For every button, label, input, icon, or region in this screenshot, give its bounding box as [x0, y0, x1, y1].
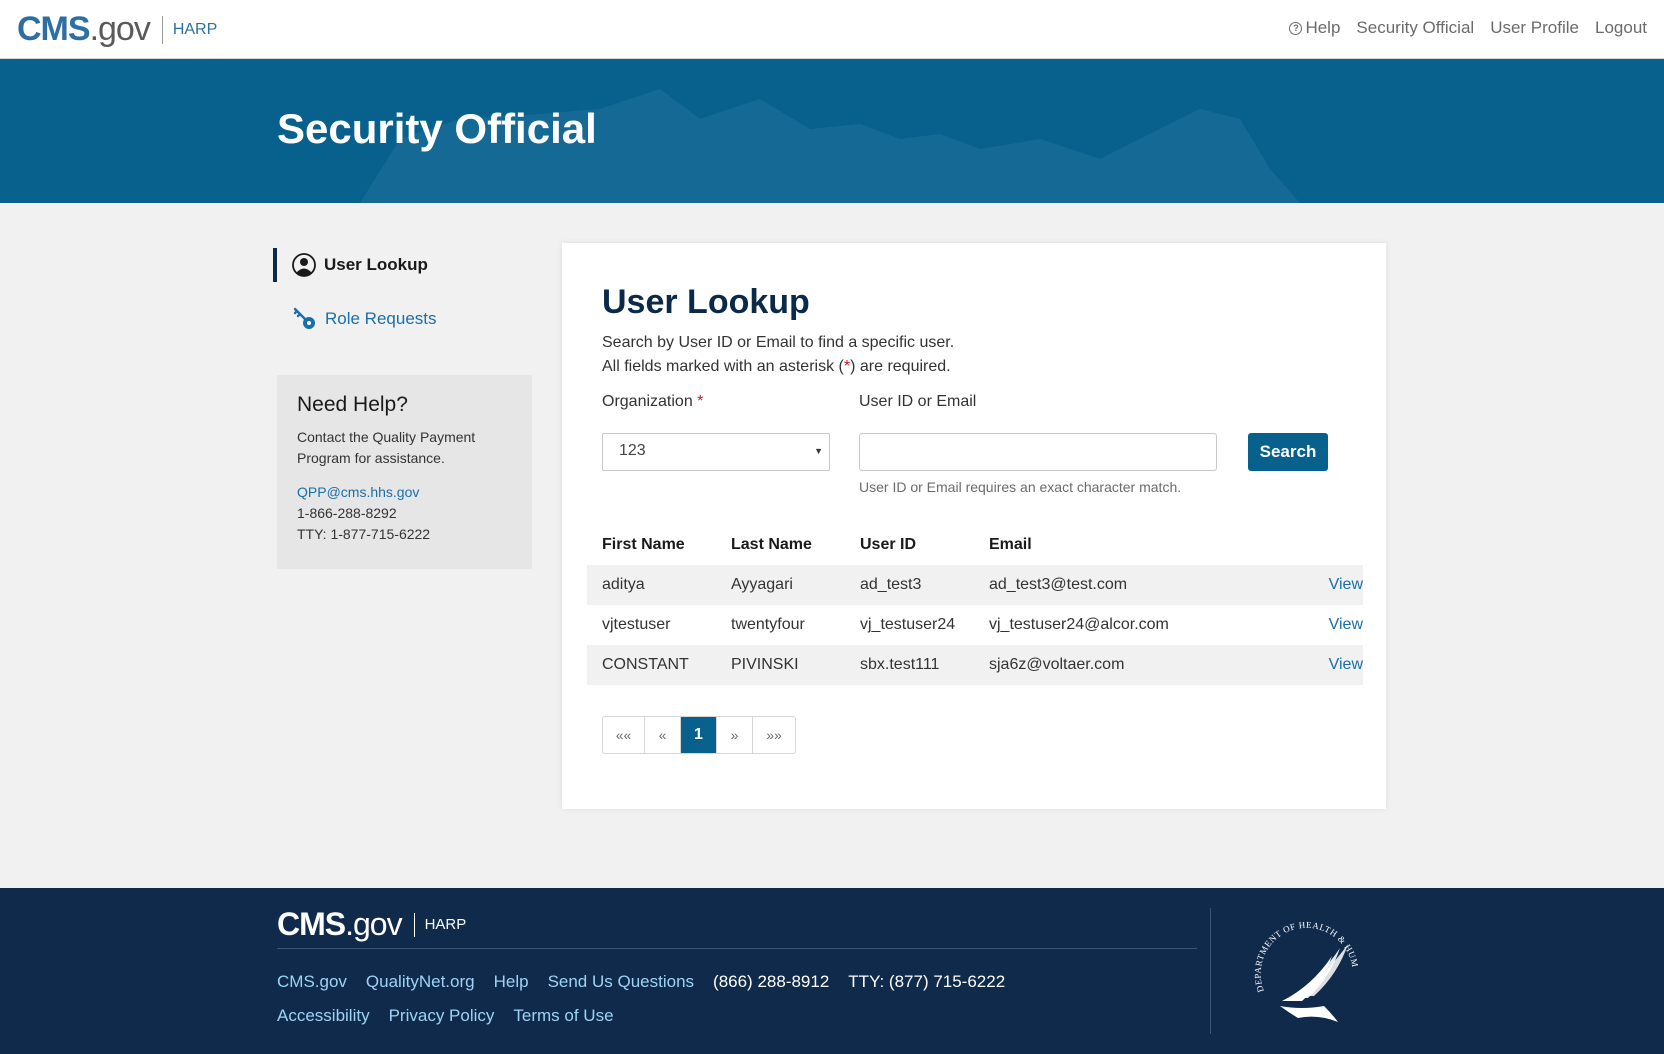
- app-name: HARP: [172, 20, 218, 38]
- sidebar-item-user-lookup[interactable]: User Lookup: [273, 248, 437, 282]
- page-title: Security Official: [277, 105, 597, 152]
- help-text: Contact the Quality Payment Program for …: [297, 429, 476, 466]
- userid-email-input[interactable]: [859, 433, 1217, 471]
- footer-tty: TTY: (877) 715-6222: [848, 972, 1006, 991]
- footer-app-name: HARP: [424, 916, 467, 933]
- table-row: aditya Ayyagari ad_test3 ad_test3@test.c…: [587, 565, 1363, 605]
- table-header: First Name Last Name User ID Email: [587, 525, 1363, 565]
- brand-logo-text: CMS.gov: [17, 10, 151, 48]
- view-link[interactable]: View: [1309, 576, 1363, 594]
- footer-brand-logo-text: CMS.gov: [277, 906, 403, 942]
- page-1-button[interactable]: 1: [681, 717, 717, 753]
- brand-divider: [413, 912, 415, 937]
- cell-first-name: CONSTANT: [602, 656, 689, 673]
- help-email-link[interactable]: QPP@cms.hhs.gov: [297, 484, 419, 500]
- desc-text: ) are required.: [850, 358, 951, 375]
- footer-link-accessibility[interactable]: Accessibility: [277, 1006, 370, 1026]
- desc-text: All fields marked with an asterisk (: [602, 358, 844, 375]
- table-row: CONSTANT PIVINSKI sbx.test111 sja6z@volt…: [587, 645, 1363, 685]
- userid-hint: User ID or Email requires an exact chara…: [859, 479, 1182, 495]
- pagination: «« « 1 » »»: [602, 716, 796, 754]
- sidebar-nav: User Lookup Role Requests: [273, 248, 437, 356]
- cell-last-name: Ayyagari: [731, 576, 793, 593]
- footer-divider: [277, 948, 1197, 949]
- key-icon: [293, 307, 315, 329]
- help-circle-icon: ?: [1289, 21, 1303, 35]
- table-row: vjtestuser twentyfour vj_testuser24 vj_t…: [587, 605, 1363, 645]
- help-title: Need Help?: [297, 393, 408, 416]
- footer-link-terms[interactable]: Terms of Use: [513, 1006, 613, 1026]
- cell-user-id: vj_testuser24: [860, 616, 956, 633]
- userid-label: User ID or Email: [859, 393, 977, 410]
- nav-security-official[interactable]: Security Official: [1356, 18, 1474, 38]
- help-phone: 1-866-288-8292: [297, 505, 397, 521]
- footer-link-send-questions[interactable]: Send Us Questions: [548, 972, 694, 992]
- caret-down-icon: ▼: [814, 446, 823, 456]
- nav-help[interactable]: ? Help: [1289, 18, 1340, 38]
- col-first-name: First Name: [602, 536, 685, 553]
- cell-first-name: aditya: [602, 576, 645, 593]
- description-line-1: Search by User ID or Email to find a spe…: [602, 334, 955, 351]
- footer-phone: (866) 288-8912: [713, 972, 830, 991]
- hhs-seal-icon: DEPARTMENT OF HEALTH & HUMAN SERVICES·US…: [1242, 906, 1360, 1022]
- brand-divider: [161, 15, 163, 44]
- section-title: User Lookup: [602, 283, 810, 321]
- svg-text:DEPARTMENT OF HEALTH & HUMAN S: DEPARTMENT OF HEALTH & HUMAN SERVICES·US…: [1242, 906, 1360, 994]
- nav-logout[interactable]: Logout: [1595, 18, 1647, 38]
- need-help-box: Need Help? Contact the Quality Payment P…: [277, 375, 532, 569]
- help-tty: TTY: 1-877-715-6222: [297, 526, 431, 542]
- nav-help-label: Help: [1305, 18, 1341, 37]
- top-header: CMS.gov HARP ? Help Security Official Us…: [0, 0, 1664, 59]
- organization-select[interactable]: 123 ▼: [602, 433, 830, 471]
- sidebar-item-label: User Lookup: [324, 255, 428, 274]
- organization-label: Organization *: [602, 393, 703, 411]
- required-asterisk: *: [697, 393, 704, 410]
- section-description: Search by User ID or Email to find a spe…: [602, 331, 954, 379]
- footer-link-privacy[interactable]: Privacy Policy: [389, 1006, 495, 1026]
- cell-email: vj_testuser24@alcor.com: [989, 616, 1169, 633]
- col-user-id: User ID: [860, 536, 917, 553]
- search-button[interactable]: Search: [1248, 433, 1328, 471]
- footer-links-row-2: Accessibility Privacy Policy Terms of Us…: [277, 1006, 614, 1026]
- page-hero: Security Official: [0, 59, 1664, 203]
- site-footer: CMS.gov HARP CMS.gov QualityNet.org Help…: [0, 888, 1664, 1054]
- col-email: Email: [989, 536, 1032, 553]
- cell-last-name: PIVINSKI: [731, 656, 799, 673]
- view-link[interactable]: View: [1309, 656, 1363, 674]
- next-page-button[interactable]: »: [717, 717, 753, 753]
- footer-link-qualitynet[interactable]: QualityNet.org: [366, 972, 475, 992]
- cell-user-id: sbx.test111: [860, 656, 940, 673]
- cell-first-name: vjtestuser: [602, 616, 671, 633]
- user-lookup-card: User Lookup Search by User ID or Email t…: [562, 243, 1386, 809]
- footer-vertical-divider: [1210, 908, 1211, 1034]
- footer-link-help[interactable]: Help: [494, 972, 529, 992]
- sidebar-item-label: Role Requests: [325, 309, 437, 328]
- cell-user-id: ad_test3: [860, 576, 922, 593]
- results-table: First Name Last Name User ID Email adity…: [587, 525, 1363, 685]
- first-page-button[interactable]: ««: [603, 717, 645, 753]
- cell-email: ad_test3@test.com: [989, 576, 1128, 593]
- footer-link-cms[interactable]: CMS.gov: [277, 972, 347, 992]
- label-text: Organization: [602, 393, 693, 410]
- cms-logo[interactable]: CMS.gov HARP: [17, 10, 217, 49]
- description-line-2: All fields marked with an asterisk (*) a…: [602, 355, 954, 379]
- view-link[interactable]: View: [1309, 616, 1363, 634]
- footer-logo[interactable]: CMS.gov HARP: [277, 906, 466, 943]
- cell-email: sja6z@voltaer.com: [989, 656, 1125, 673]
- col-last-name: Last Name: [731, 536, 812, 553]
- top-nav: ? Help Security Official User Profile Lo…: [1289, 18, 1647, 38]
- cell-last-name: twentyfour: [731, 616, 805, 633]
- last-page-button[interactable]: »»: [753, 717, 795, 753]
- sidebar-item-role-requests[interactable]: Role Requests: [273, 302, 437, 336]
- user-circle-icon: [292, 253, 316, 277]
- footer-links-row-1: CMS.gov QualityNet.org Help Send Us Ques…: [277, 972, 1005, 992]
- select-value: 123: [619, 442, 646, 459]
- prev-page-button[interactable]: «: [645, 717, 681, 753]
- nav-user-profile[interactable]: User Profile: [1490, 18, 1579, 38]
